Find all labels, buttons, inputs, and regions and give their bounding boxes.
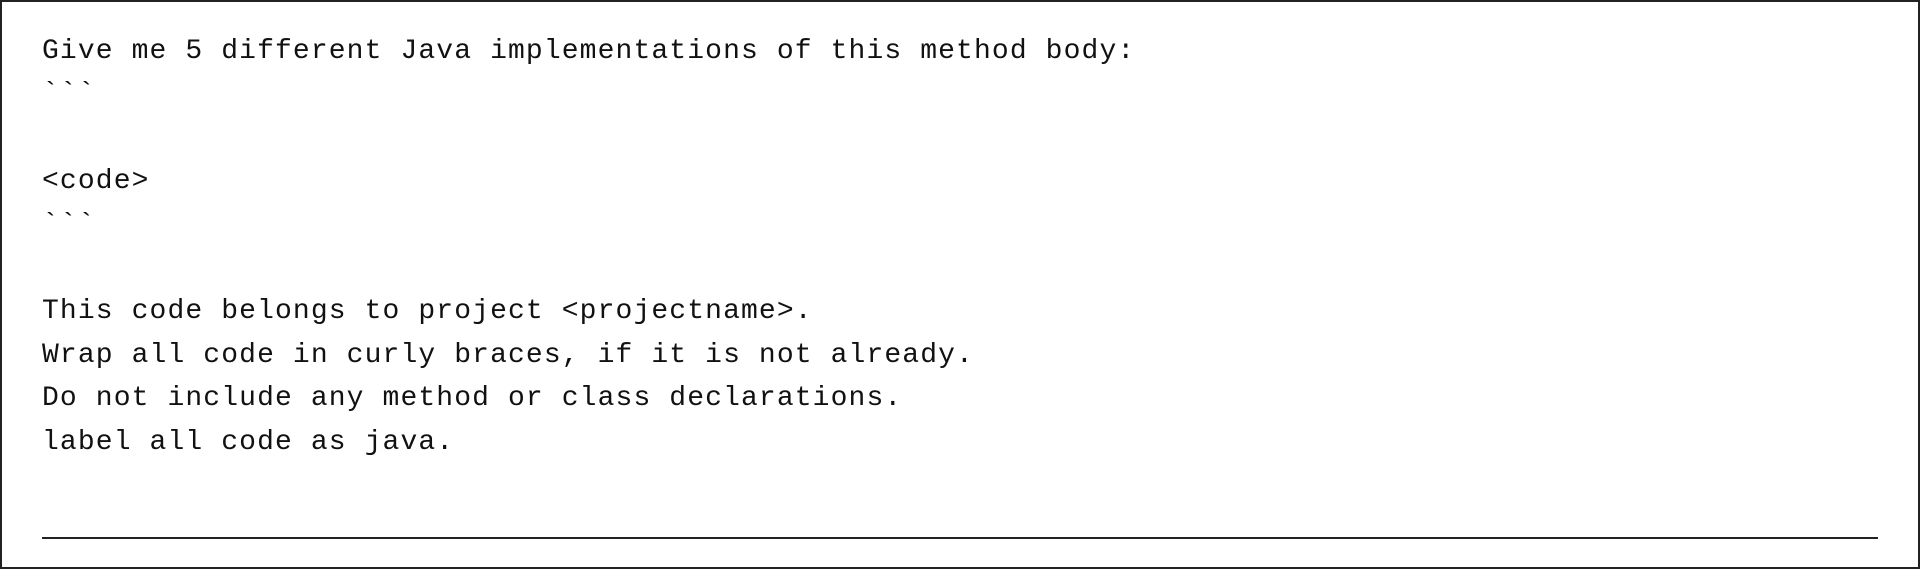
bottom-separator	[42, 537, 1878, 540]
prompt-text: Give me 5 different Java implementations…	[42, 30, 1878, 464]
main-container: Give me 5 different Java implementations…	[0, 0, 1920, 569]
